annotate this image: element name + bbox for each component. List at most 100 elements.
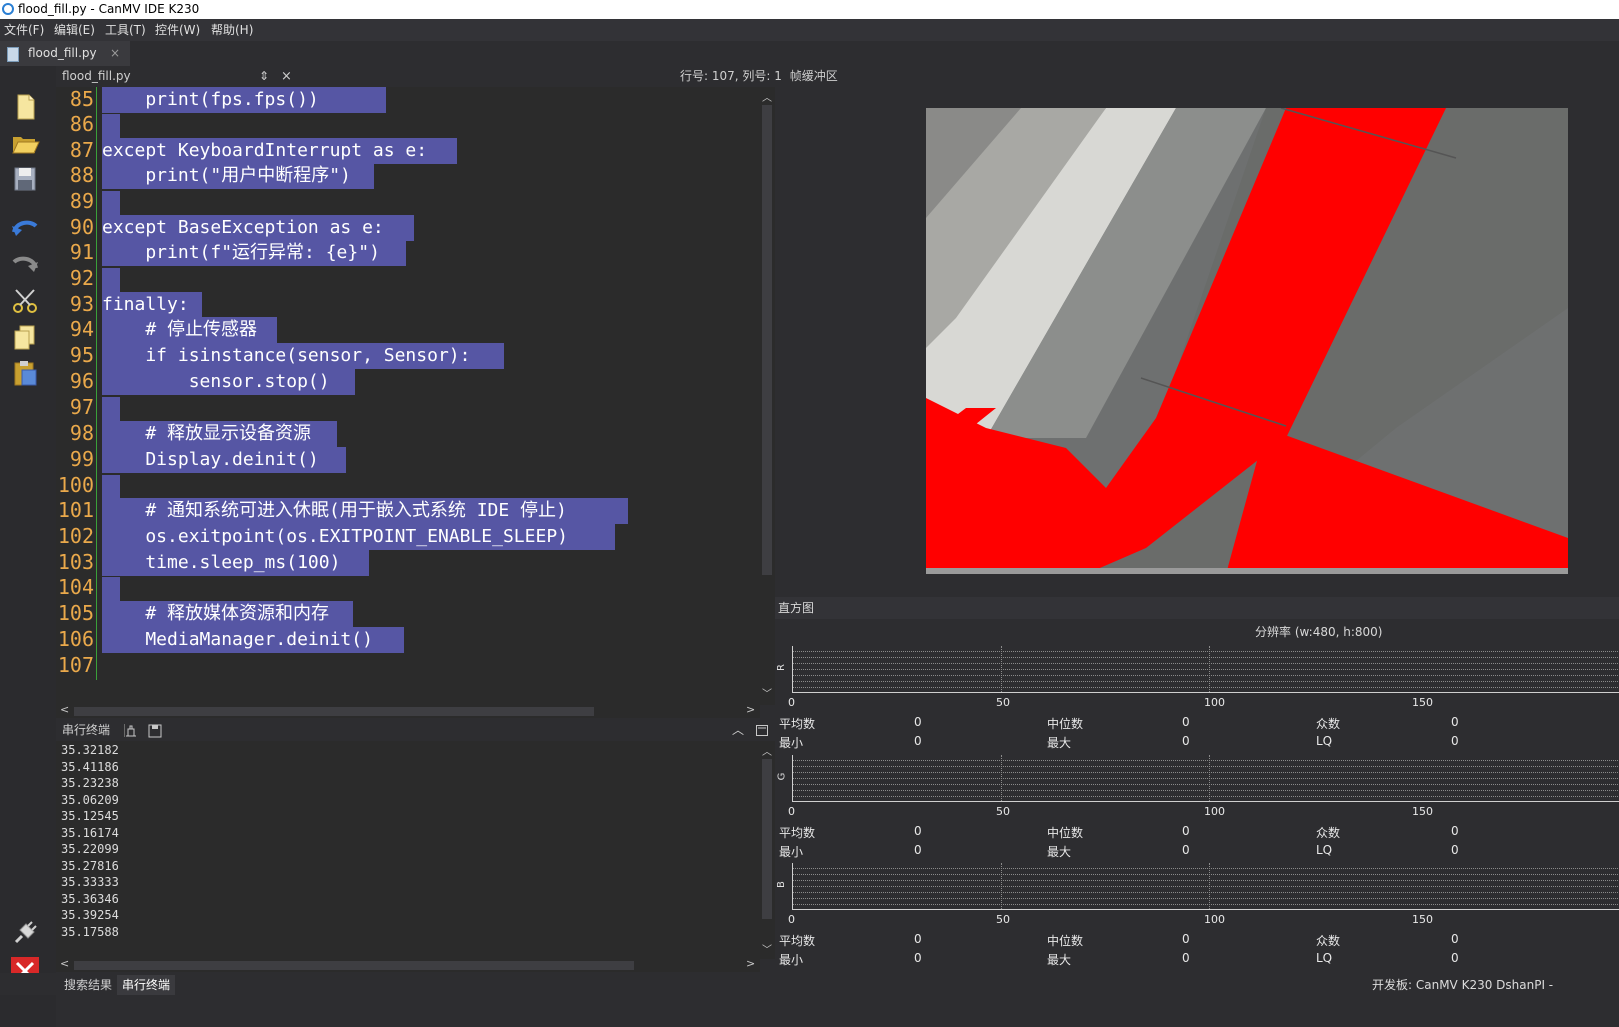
- stat-label-median: 中位数: [1047, 826, 1084, 840]
- scroll-down-icon[interactable]: ﹀: [761, 685, 773, 700]
- terminal-float-icon[interactable]: [756, 725, 768, 736]
- code-line[interactable]: print(f"运行异常: {e}"): [102, 240, 406, 266]
- code-line[interactable]: time.sleep_ms(100): [102, 550, 369, 576]
- stat-value-lq: 0: [1451, 843, 1459, 857]
- stat-label-max: 最大: [1047, 736, 1072, 750]
- channel-axis-label: R: [775, 664, 787, 671]
- line-number: 106: [57, 627, 94, 651]
- scroll-up-icon[interactable]: ︿: [761, 89, 773, 104]
- terminal-scroll-up-icon[interactable]: ︿: [761, 743, 773, 758]
- clear-terminal-icon[interactable]: [124, 724, 138, 738]
- stat-label-median: 中位数: [1047, 934, 1084, 948]
- grid-line: [793, 784, 1619, 785]
- paste-icon[interactable]: [10, 358, 40, 388]
- line-number: 94: [69, 317, 94, 341]
- line-number: 102: [57, 524, 94, 548]
- axis-tick-label: 150: [1412, 696, 1433, 709]
- code-line[interactable]: # 释放显示设备资源: [102, 421, 337, 447]
- line-number: 92: [69, 266, 94, 290]
- grid-line: [1001, 646, 1002, 692]
- editor-filename: flood_fill.py: [62, 69, 131, 83]
- bottom-tabs: 搜索结果 串行终端: [56, 975, 775, 995]
- terminal-hscroll-thumb[interactable]: [74, 961, 634, 970]
- stat-label-mode: 众数: [1316, 934, 1341, 948]
- terminal-line: 35.39254: [61, 908, 119, 922]
- terminal-scroll-left-icon[interactable]: <: [60, 957, 69, 970]
- code-line[interactable]: except KeyboardInterrupt as e:: [102, 138, 457, 164]
- redo-icon[interactable]: [10, 248, 40, 278]
- terminal-collapse-icon[interactable]: ︿: [732, 720, 744, 741]
- grid-line: [793, 687, 1619, 688]
- code-line[interactable]: sensor.stop(): [102, 369, 355, 395]
- code-line[interactable]: MediaManager.deinit(): [102, 627, 404, 653]
- code-line-empty[interactable]: [102, 577, 120, 603]
- frame-buffer-label: 帧缓冲区: [789, 69, 838, 83]
- connect-icon[interactable]: [10, 918, 40, 948]
- code-line[interactable]: print(fps.fps()): [102, 87, 386, 113]
- stat-label-mode: 众数: [1316, 717, 1341, 731]
- stat-value-max: 0: [1182, 734, 1190, 748]
- code-line[interactable]: print("用户中断程序"): [102, 163, 374, 189]
- code-line-empty[interactable]: [102, 268, 120, 294]
- menu-edit[interactable]: 编辑(E): [54, 19, 95, 41]
- line-number: 89: [69, 189, 94, 213]
- scroll-right-icon[interactable]: >: [746, 703, 755, 716]
- grid-line: [793, 796, 1619, 797]
- code-line-empty[interactable]: [102, 114, 120, 140]
- editor-close-icon[interactable]: ×: [281, 66, 292, 87]
- code-line-empty[interactable]: [102, 397, 120, 423]
- terminal-title: 串行终端: [62, 723, 111, 737]
- code-line[interactable]: # 释放媒体资源和内存: [102, 601, 353, 627]
- axis-tick-label: 100: [1204, 913, 1225, 926]
- hscrollbar-thumb[interactable]: [74, 707, 594, 716]
- channel-axis-label: G: [776, 772, 788, 781]
- terminal-scroll-down-icon[interactable]: ﹀: [761, 941, 773, 956]
- new-file-icon[interactable]: [10, 92, 40, 122]
- tab-serial-terminal[interactable]: 串行终端: [117, 975, 176, 995]
- grid-line: [793, 898, 1619, 899]
- code-line[interactable]: Display.deinit(): [102, 447, 346, 473]
- editor-vertical-scrollbar[interactable]: ︿ ﹀: [760, 87, 775, 705]
- frame-buffer-image[interactable]: [926, 108, 1568, 574]
- terminal-header: 串行终端 ︿: [56, 720, 775, 741]
- grid-line: [1001, 863, 1002, 909]
- stat-value-mean: 0: [914, 932, 922, 946]
- line-number: 99: [69, 447, 94, 471]
- grid-line: [793, 880, 1619, 881]
- code-line[interactable]: finally:: [102, 292, 202, 318]
- menu-file[interactable]: 文件(F): [4, 19, 44, 41]
- code-line[interactable]: # 停止传感器: [102, 317, 277, 343]
- undo-icon[interactable]: [10, 212, 40, 242]
- menu-tools[interactable]: 工具(T): [105, 19, 146, 41]
- code-line[interactable]: # 通知系统可进入休眠(用于嵌入式系统 IDE 停止): [102, 498, 628, 524]
- code-editor[interactable]: 85 print(fps.fps()) 86 87 except KeyboardIn…: [56, 87, 760, 705]
- file-switch-arrow-icon[interactable]: ⇕: [259, 66, 269, 87]
- terminal-horizontal-scrollbar[interactable]: < >: [56, 957, 760, 972]
- scroll-left-icon[interactable]: <: [60, 703, 69, 716]
- serial-terminal-output[interactable]: 35.32182 35.41186 35.23238 35.06209 35.12545…: [56, 741, 760, 959]
- code-line[interactable]: except BaseException as e:: [102, 215, 414, 241]
- cut-icon[interactable]: [10, 286, 40, 316]
- code-line-empty[interactable]: [102, 191, 120, 217]
- terminal-scroll-right-icon[interactable]: >: [746, 957, 755, 970]
- scrollbar-thumb[interactable]: [762, 105, 772, 575]
- code-line[interactable]: os.exitpoint(os.EXITPOINT_ENABLE_SLEEP): [102, 524, 615, 550]
- tab-search-results[interactable]: 搜索结果: [64, 975, 112, 995]
- line-number: 93: [69, 292, 94, 316]
- code-line[interactable]: if isinstance(sensor, Sensor):: [102, 343, 504, 369]
- save-icon[interactable]: [10, 164, 40, 194]
- terminal-vertical-scrollbar[interactable]: ︿ ﹀: [760, 741, 775, 959]
- tab-close-icon[interactable]: ×: [110, 41, 120, 66]
- open-folder-icon[interactable]: [10, 128, 40, 158]
- line-number: 87: [69, 138, 94, 162]
- copy-icon[interactable]: [10, 322, 40, 352]
- menu-help[interactable]: 帮助(H): [211, 19, 253, 41]
- save-terminal-icon[interactable]: [148, 724, 162, 738]
- tab-flood-fill[interactable]: flood_fill.py ×: [0, 41, 130, 66]
- line-number: 107: [57, 653, 94, 677]
- menu-widgets[interactable]: 控件(W): [155, 19, 200, 41]
- editor-horizontal-scrollbar[interactable]: < >: [56, 703, 760, 718]
- axis-tick-label: 100: [1204, 696, 1225, 709]
- terminal-scrollbar-thumb[interactable]: [762, 759, 772, 919]
- stat-value-mode: 0: [1451, 824, 1459, 838]
